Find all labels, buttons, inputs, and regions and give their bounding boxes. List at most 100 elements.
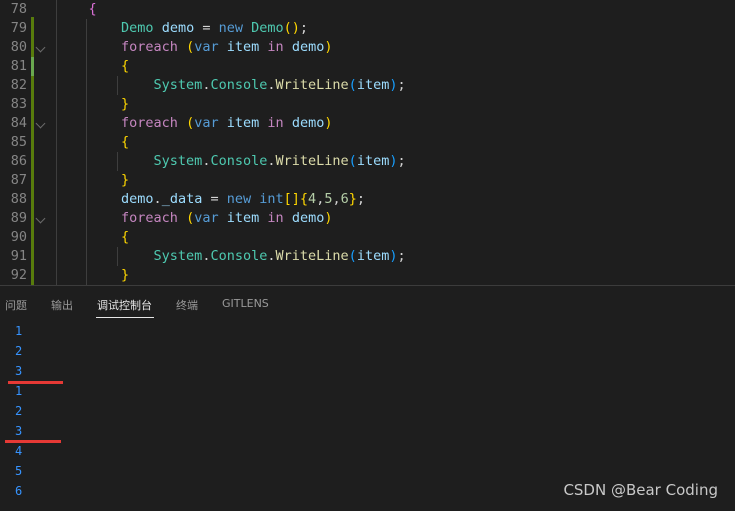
code-line: 84 foreach (var item in demo) — [0, 114, 735, 133]
code-token: foreach — [121, 39, 178, 55]
fold-chevron-icon[interactable] — [35, 213, 46, 224]
code-line: 85 { — [0, 133, 735, 152]
code-token: System — [153, 248, 203, 264]
code-token: in — [267, 39, 284, 55]
tab-gitlens[interactable]: GITLENS — [222, 297, 269, 310]
code-token: foreach — [121, 115, 178, 131]
line-number: 78 — [10, 1, 27, 17]
code-token: ; — [397, 248, 406, 264]
code-text: demo._data = new int[]{4,5,6}; — [56, 190, 365, 209]
code-token: = — [202, 191, 227, 207]
code-token: . — [153, 191, 162, 207]
code-token: int — [259, 191, 284, 207]
line-number: 81 — [10, 58, 27, 74]
code-token: { — [88, 1, 97, 17]
code-token: { — [299, 191, 309, 207]
console-line: 1 — [15, 324, 23, 338]
line-number: 86 — [10, 153, 27, 169]
code-text: foreach (var item in demo) — [56, 209, 332, 228]
code-line: 89 foreach (var item in demo) — [0, 209, 735, 228]
line-number: 84 — [10, 115, 27, 131]
line-number: 88 — [10, 191, 27, 207]
code-token: ) — [324, 210, 333, 226]
code-token: } — [121, 96, 130, 112]
code-token: ; — [299, 20, 309, 36]
code-line: 80 foreach (var item in demo) — [0, 38, 735, 57]
code-token: ; — [356, 191, 366, 207]
line-number: 83 — [10, 96, 27, 112]
code-token: demo — [121, 191, 154, 207]
fold-chevron-icon[interactable] — [35, 118, 46, 129]
code-line: 82 System.Console.WriteLine(item); — [0, 76, 735, 95]
code-token: , — [332, 191, 341, 207]
code-token: foreach — [121, 210, 178, 226]
code-token: ( — [348, 153, 357, 169]
code-token: . — [267, 77, 276, 93]
code-token: 4 — [308, 191, 317, 207]
tab-problems[interactable]: 问题 — [5, 297, 27, 313]
code-token: ) — [324, 39, 333, 55]
code-token: Console — [210, 77, 268, 93]
code-token: { — [121, 134, 130, 150]
code-token: } — [348, 191, 357, 207]
code-text: { — [56, 0, 97, 19]
code-line: 90 { — [0, 228, 735, 247]
code-token: _data — [161, 191, 203, 207]
code-token: var — [194, 115, 219, 131]
code-text: } — [56, 266, 129, 285]
code-text: { — [56, 228, 129, 247]
code-token: Demo — [251, 20, 284, 36]
tab-debug-console[interactable]: 调试控制台 — [97, 297, 152, 313]
line-number: 89 — [10, 210, 27, 226]
code-token: = — [194, 20, 219, 36]
code-token: demo — [291, 39, 325, 55]
code-token: WriteLine — [275, 248, 349, 264]
code-line: 79 Demo demo = new Demo(); — [0, 19, 735, 38]
line-number: 90 — [10, 229, 27, 245]
code-editor[interactable]: 78 {79 Demo demo = new Demo(); 80 foreach… — [0, 0, 735, 285]
code-token: in — [267, 115, 284, 131]
code-token: . — [267, 248, 276, 264]
fold-chevron-icon[interactable] — [35, 42, 46, 53]
code-token: demo — [291, 210, 325, 226]
code-token: ( — [186, 39, 195, 55]
code-text: { — [56, 133, 129, 152]
code-token: in — [267, 210, 284, 226]
code-line: 88 demo._data = new int[]{4,5,6}; — [0, 190, 735, 209]
code-token: [] — [283, 191, 300, 207]
console-line: 4 — [15, 444, 23, 458]
tab-output[interactable]: 输出 — [51, 297, 73, 313]
code-token: ( — [186, 210, 195, 226]
code-token: item — [226, 210, 260, 226]
tab-terminal[interactable]: 终端 — [176, 297, 198, 313]
code-token: new — [218, 20, 243, 36]
code-token: { — [121, 229, 130, 245]
code-token: item — [226, 39, 260, 55]
code-line: 83 } — [0, 95, 735, 114]
line-number: 87 — [10, 172, 27, 188]
console-line: 3 — [15, 364, 23, 378]
code-token: item — [356, 77, 390, 93]
code-text: System.Console.WriteLine(item); — [56, 76, 406, 95]
active-tab-indicator — [96, 317, 154, 318]
code-text: } — [56, 95, 129, 114]
csdn-watermark: CSDN @Bear Coding — [563, 481, 718, 499]
code-token: ( — [348, 77, 357, 93]
code-token: . — [267, 153, 276, 169]
code-token: Demo — [121, 20, 154, 36]
code-text: Demo demo = new Demo(); — [56, 19, 308, 38]
